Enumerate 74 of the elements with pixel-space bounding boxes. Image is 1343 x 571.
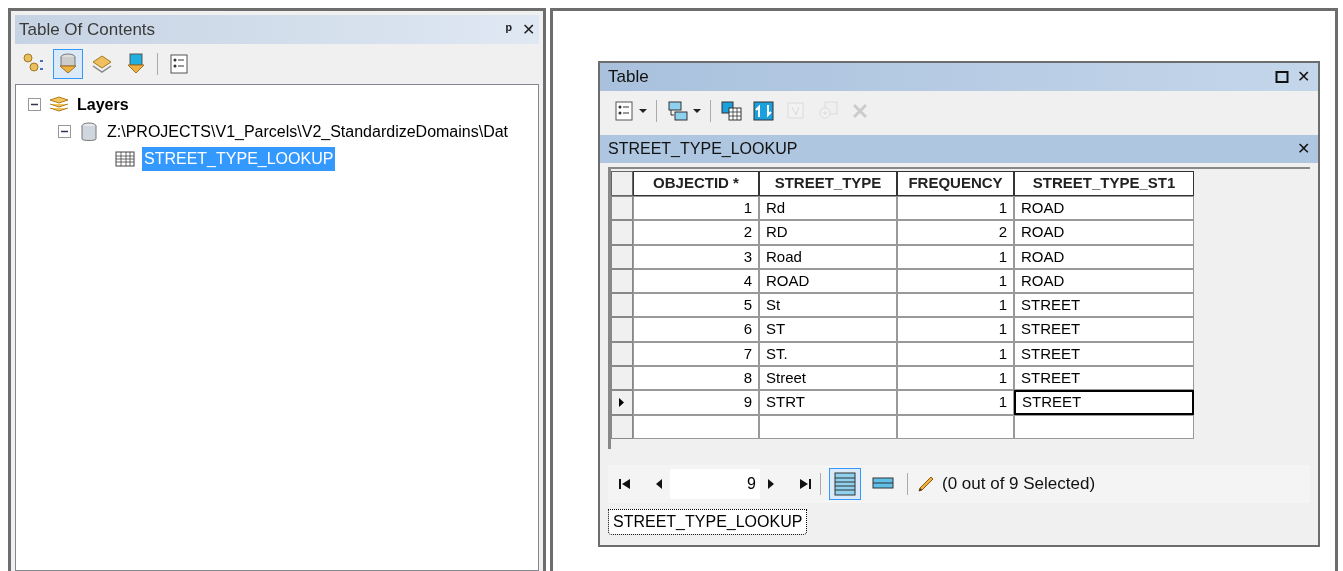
- table-cell: ROAD: [1014, 196, 1194, 221]
- list-icon: [167, 52, 191, 76]
- tree-item[interactable]: Layers: [75, 92, 131, 117]
- previous-record-icon[interactable]: [654, 478, 664, 490]
- table-cell: 1: [897, 317, 1014, 342]
- panel-title: Table Of Contents: [19, 18, 157, 41]
- table-cell: 1: [897, 293, 1014, 318]
- table-cell: 4: [633, 268, 759, 294]
- table-cell: 1: [897, 268, 1014, 294]
- switch-selection-icon: [752, 99, 776, 123]
- table-cell: Road: [759, 244, 897, 269]
- next-record-icon[interactable]: [766, 478, 776, 490]
- row-header[interactable]: [611, 390, 633, 415]
- table-cell: STREET: [1014, 293, 1194, 318]
- window-title: Table: [608, 66, 650, 89]
- related-tables-icon: [666, 99, 690, 123]
- record-field[interactable]: 9: [670, 469, 760, 499]
- column-header[interactable]: STREET_TYPE_ST1: [1014, 171, 1194, 196]
- table-cell: ROAD: [1014, 244, 1194, 269]
- table-cell: RD: [759, 220, 897, 245]
- tree-item[interactable]: Z:\PROJECTS\V1_Parcels\V2_StandardizeDomains\Dat: [105, 119, 511, 144]
- caret-icon: [693, 108, 701, 114]
- table-cell: Street: [759, 366, 897, 391]
- table-cell: 9: [633, 390, 759, 415]
- table-cell: 1: [897, 341, 1014, 367]
- table-cell: ST.: [759, 341, 897, 367]
- table-records-icon: [834, 472, 856, 496]
- table-cell: 2: [897, 220, 1014, 245]
- current-row-icon: [619, 398, 625, 407]
- table-cell: STREET: [1014, 317, 1194, 342]
- collapse-toggle[interactable]: [28, 98, 41, 111]
- pencil-icon: [916, 474, 936, 494]
- table-cell: STREET: [1014, 341, 1194, 367]
- list-icon: [612, 99, 636, 123]
- table-cell: ROAD: [759, 268, 897, 294]
- table-cell: 1: [897, 244, 1014, 269]
- collapse-toggle[interactable]: [58, 125, 71, 138]
- table-cell: 2: [633, 220, 759, 245]
- table-cell: 1: [897, 366, 1014, 391]
- close-button[interactable]: ✕: [1297, 137, 1310, 161]
- column-header[interactable]: FREQUENCY: [897, 171, 1014, 196]
- table-select-icon: [720, 99, 744, 123]
- table-cell: 8: [633, 366, 759, 391]
- table-tab[interactable]: STREET_TYPE_LOOKUP: [608, 509, 808, 535]
- row-header: [611, 171, 633, 196]
- table-cell: 1: [633, 196, 759, 221]
- table-cell: 7: [633, 341, 759, 367]
- caret-icon: [639, 108, 647, 114]
- close-button[interactable]: ✕: [1297, 65, 1310, 89]
- maximize-icon[interactable]: [1275, 70, 1289, 84]
- table-cell: ST: [759, 317, 897, 342]
- pin-icon[interactable]: ᵖ: [505, 17, 512, 42]
- table-records-icon: [872, 477, 894, 491]
- last-record-icon[interactable]: [798, 478, 812, 490]
- selection-status: (0 out of 9 Selected): [942, 473, 1096, 496]
- table-cell: ROAD: [1014, 268, 1194, 294]
- table-cell: STRT: [759, 390, 897, 415]
- view-button[interactable]: [829, 468, 861, 500]
- table-cell: STREET: [1014, 390, 1194, 415]
- table-cell: 1: [897, 390, 1014, 415]
- table-cell: ROAD: [1014, 220, 1194, 245]
- table-cell: 5: [633, 293, 759, 318]
- table-cell: 6: [633, 317, 759, 342]
- table-cell: 3: [633, 244, 759, 269]
- column-header[interactable]: STREET_TYPE: [759, 171, 897, 196]
- close-button[interactable]: ✕: [522, 17, 535, 42]
- table-cell: St: [759, 293, 897, 318]
- toolbar-button[interactable]: [53, 49, 83, 79]
- first-record-icon[interactable]: [618, 478, 632, 490]
- column-header[interactable]: OBJECTID *: [633, 171, 759, 196]
- table-cell: Rd: [759, 196, 897, 221]
- table-cell: STREET: [1014, 366, 1194, 391]
- table-cell: 1: [897, 196, 1014, 221]
- table-name: STREET_TYPE_LOOKUP: [608, 139, 799, 159]
